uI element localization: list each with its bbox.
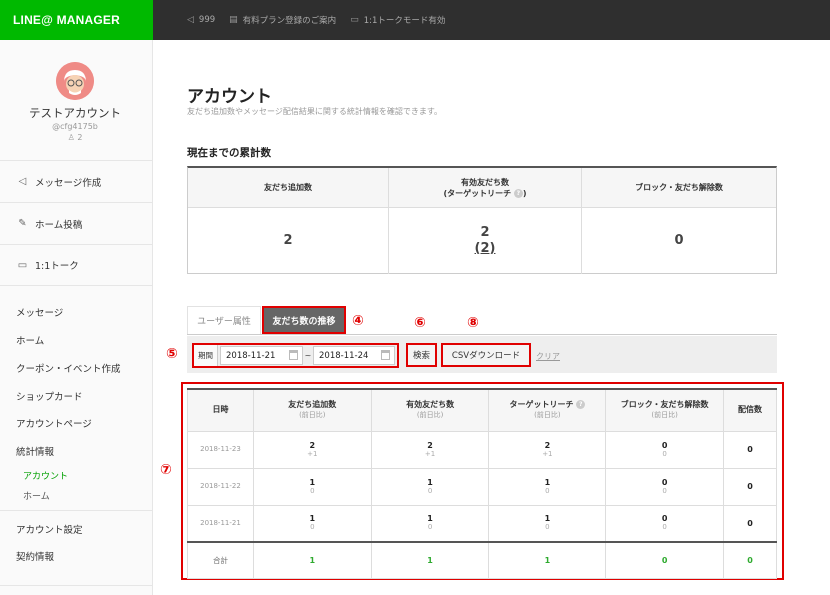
section-title: 現在までの累計数 [187,147,271,159]
top-bar: LINE@ MANAGER ◁ 999 ▤ 有料プラン登録のご案内 ▭ 1:1ト… [0,0,830,40]
col-header-effective: 有効友だち数 (前日比) [370,388,490,432]
search-button[interactable]: 検索 [406,343,437,367]
sidebar-item-account-page[interactable]: アカウントページ [16,416,92,430]
col-header-blocked: ブロック・友だち解除数 (前日比) [605,388,725,432]
sidebar-create-message[interactable]: ◁ メッセージ作成 [0,160,152,202]
chat-icon: ▭ [350,15,359,25]
cumulative-added-header: 友だち追加数 [188,168,388,208]
target-reach-link[interactable]: (2) [475,241,496,257]
sidebar-item-label: ホーム投稿 [35,219,83,231]
table-header-row: 日時 友だち追加数 (前日比) 有効友だち数 (前日比) ターゲットリーチ ? (前日… [187,388,777,432]
stats-table: 日時 友だち追加数 (前日比) 有効友だち数 (前日比) ターゲットリーチ ? (前日… [187,388,777,579]
sidebar-item-statistics[interactable]: 統計情報 [16,444,54,458]
sidebar-item-label: 1:1トーク [35,261,79,272]
top-item-talk-mode[interactable]: ▭ 1:1トークモード有効 [350,14,445,26]
cumulative-blocked-header: ブロック・友だち解除数 [582,168,776,208]
table-row: 2018-11-23 2 +1 2 +1 2 +1 00 0 [187,430,777,469]
sidebar-divider [0,585,152,586]
cumulative-blocked: ブロック・友だち解除数 0 [582,168,776,274]
cumulative-blocked-value: 0 [674,233,684,248]
table-row: 2018-11-22 10 10 10 00 0 [187,467,777,506]
avatar[interactable] [56,62,94,100]
date-separator: ~ [304,351,312,360]
clear-link[interactable]: クリア [536,351,560,362]
sidebar-item-coupon[interactable]: クーポン・イベント作成 [16,361,121,375]
col-header-delivered: 配信数 [723,388,777,432]
calendar-icon[interactable] [289,350,298,360]
csv-download-button[interactable]: CSVダウンロード [441,343,531,367]
edit-icon: ✎ [18,218,27,229]
sidebar-item-account-settings[interactable]: アカウント設定 [16,522,83,536]
page-title: アカウント [187,87,272,107]
help-icon[interactable]: ? [576,400,586,410]
friend-count-value: 2 [77,133,83,142]
app-logo[interactable]: LINE@ MANAGER [0,0,153,40]
annotation-marker-8: ⑧ [467,315,479,331]
annotation-marker-5: ⑤ [166,346,178,362]
cumulative-added-value: 2 [283,233,293,248]
tab-friend-trend[interactable]: 友だち数の推移 [262,306,346,334]
sidebar-item-home[interactable]: ホーム [16,333,44,347]
sidebar-subitem-account[interactable]: アカウント [23,469,68,482]
col-header-added: 友だち追加数 (前日比) [252,388,372,432]
message-count: 999 [198,15,216,25]
row-date: 2018-11-21 [187,504,254,543]
tab-user-attributes[interactable]: ユーザー属性 [187,306,261,334]
user-icon: ♙ [67,133,75,142]
top-info: ◁ 999 ▤ 有料プラン登録のご案内 ▭ 1:1トークモード有効 [187,0,459,40]
chat-icon: ▭ [17,259,28,271]
end-date-input[interactable]: 2018-11-24 [313,346,395,365]
sidebar-divider [0,510,152,511]
sidebar-one-on-one-talk[interactable]: ▭ 1:1トーク [0,244,152,286]
row-date: 2018-11-22 [187,467,254,506]
calendar-icon[interactable] [381,350,390,360]
document-icon: ▤ [229,15,238,25]
page-description: 友だち追加数やメッセージ配信結果に関する統計情報を確認できます。 [187,107,443,116]
cumulative-effective-value: 2 (2) [474,225,496,257]
col-header-date: 日時 [187,388,254,432]
help-icon[interactable]: ? [513,188,523,198]
cumulative-table: 友だち追加数 2 有効友だち数 (ターゲットリーチ ?) 2 (2) ブロック・… [187,166,777,274]
talk-mode-status: 1:1トークモード有効 [363,16,446,26]
tab-divider [187,334,777,335]
speaker-icon: ◁ [187,15,194,25]
cumulative-effective-header: 有効友だち数 (ターゲットリーチ ?) [389,168,581,208]
start-date-input[interactable]: 2018-11-21 [220,346,303,365]
sidebar-item-shop-card[interactable]: ショップカード [16,389,83,403]
friend-count: ♙ 2 [0,133,150,142]
sidebar-subitem-home[interactable]: ホーム [23,489,50,502]
paid-plan-link: 有料プラン登録のご案内 [242,16,337,26]
annotation-marker-6: ⑥ [414,315,426,331]
sidebar-home-post[interactable]: ✎ ホーム投稿 [0,202,152,244]
sidebar-item-label: メッセージ作成 [35,177,102,189]
annotation-marker-7: ⑦ [160,462,172,478]
total-label: 合計 [187,541,254,579]
speaker-icon: ◁ [18,176,27,187]
row-date: 2018-11-23 [187,430,254,469]
annotation-marker-4: ④ [352,313,364,329]
cumulative-added: 友だち追加数 2 [188,168,389,274]
sidebar: テストアカウント @cfg4175b ♙ 2 ◁ メッセージ作成 ✎ ホーム投稿… [0,40,153,595]
sidebar-item-contract[interactable]: 契約情報 [16,549,54,563]
table-row: 2018-11-21 10 10 10 00 0 [187,504,777,543]
col-header-target: ターゲットリーチ ? (前日比) [488,388,607,432]
table-total-row: 合計 1 1 1 0 0 [187,541,777,579]
account-name: テストアカウント [29,106,121,120]
top-item-paid-plan[interactable]: ▤ 有料プラン登録のご案内 [229,14,336,26]
period-filter: 期間 2018-11-21 ~ 2018-11-24 [192,343,399,368]
period-label: 期間 [194,345,218,366]
account-id: @cfg4175b [52,122,98,131]
cumulative-effective: 有効友だち数 (ターゲットリーチ ?) 2 (2) [389,168,582,274]
sidebar-item-message[interactable]: メッセージ [16,305,63,319]
top-item-messages[interactable]: ◁ 999 [187,15,215,25]
